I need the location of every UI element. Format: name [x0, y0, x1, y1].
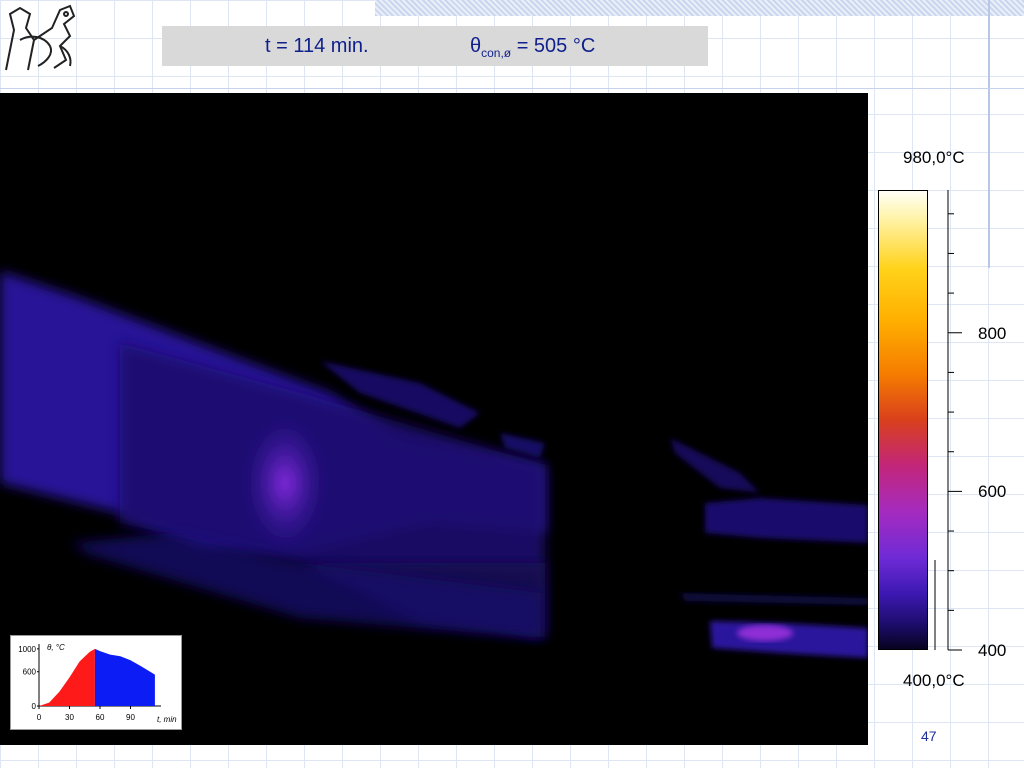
university-logo [5, 4, 76, 71]
inset-x-tick-label: 0 [37, 713, 42, 722]
temperature-label: θcon,ø = 505 °C [470, 35, 596, 60]
slide-title-bar: t = 114 min. θcon,ø = 505 °C [162, 26, 708, 66]
time-label: t = 114 min. [265, 35, 369, 57]
decorative-vertical-line [988, 0, 990, 268]
inset-ylabel: θ, °C [47, 643, 65, 652]
colorbar [878, 190, 928, 650]
inset-y-tick-label: 600 [23, 668, 37, 677]
inset-x-tick-label: 60 [96, 713, 105, 722]
inset-x-tick-label: 30 [65, 713, 74, 722]
colorbar-max-label: 980,0°C [903, 148, 965, 167]
inset-series-area-1 [94, 648, 155, 706]
decorative-horizontal-line [0, 88, 1024, 89]
temperature-time-inset-chart: θ, °C t, min 1000 600 0 0 30 60 90 [10, 635, 182, 730]
inset-x-tick-label: 90 [126, 713, 135, 722]
inset-y-tick-label: 0 [32, 702, 37, 711]
header-decoration-band [375, 0, 1024, 16]
colorbar-tick-400: 400 [978, 641, 1007, 660]
colorbar-min-label: 400,0°C [903, 671, 965, 690]
colorbar-axis [934, 190, 962, 651]
inset-series-area-0 [39, 648, 95, 706]
inset-xlabel: t, min [157, 715, 177, 724]
colorbar-tick-600: 600 [978, 482, 1007, 501]
inset-y-tick-label: 1000 [18, 645, 36, 654]
page-number: 47 [921, 728, 937, 744]
colorbar-tick-800: 800 [978, 324, 1007, 343]
